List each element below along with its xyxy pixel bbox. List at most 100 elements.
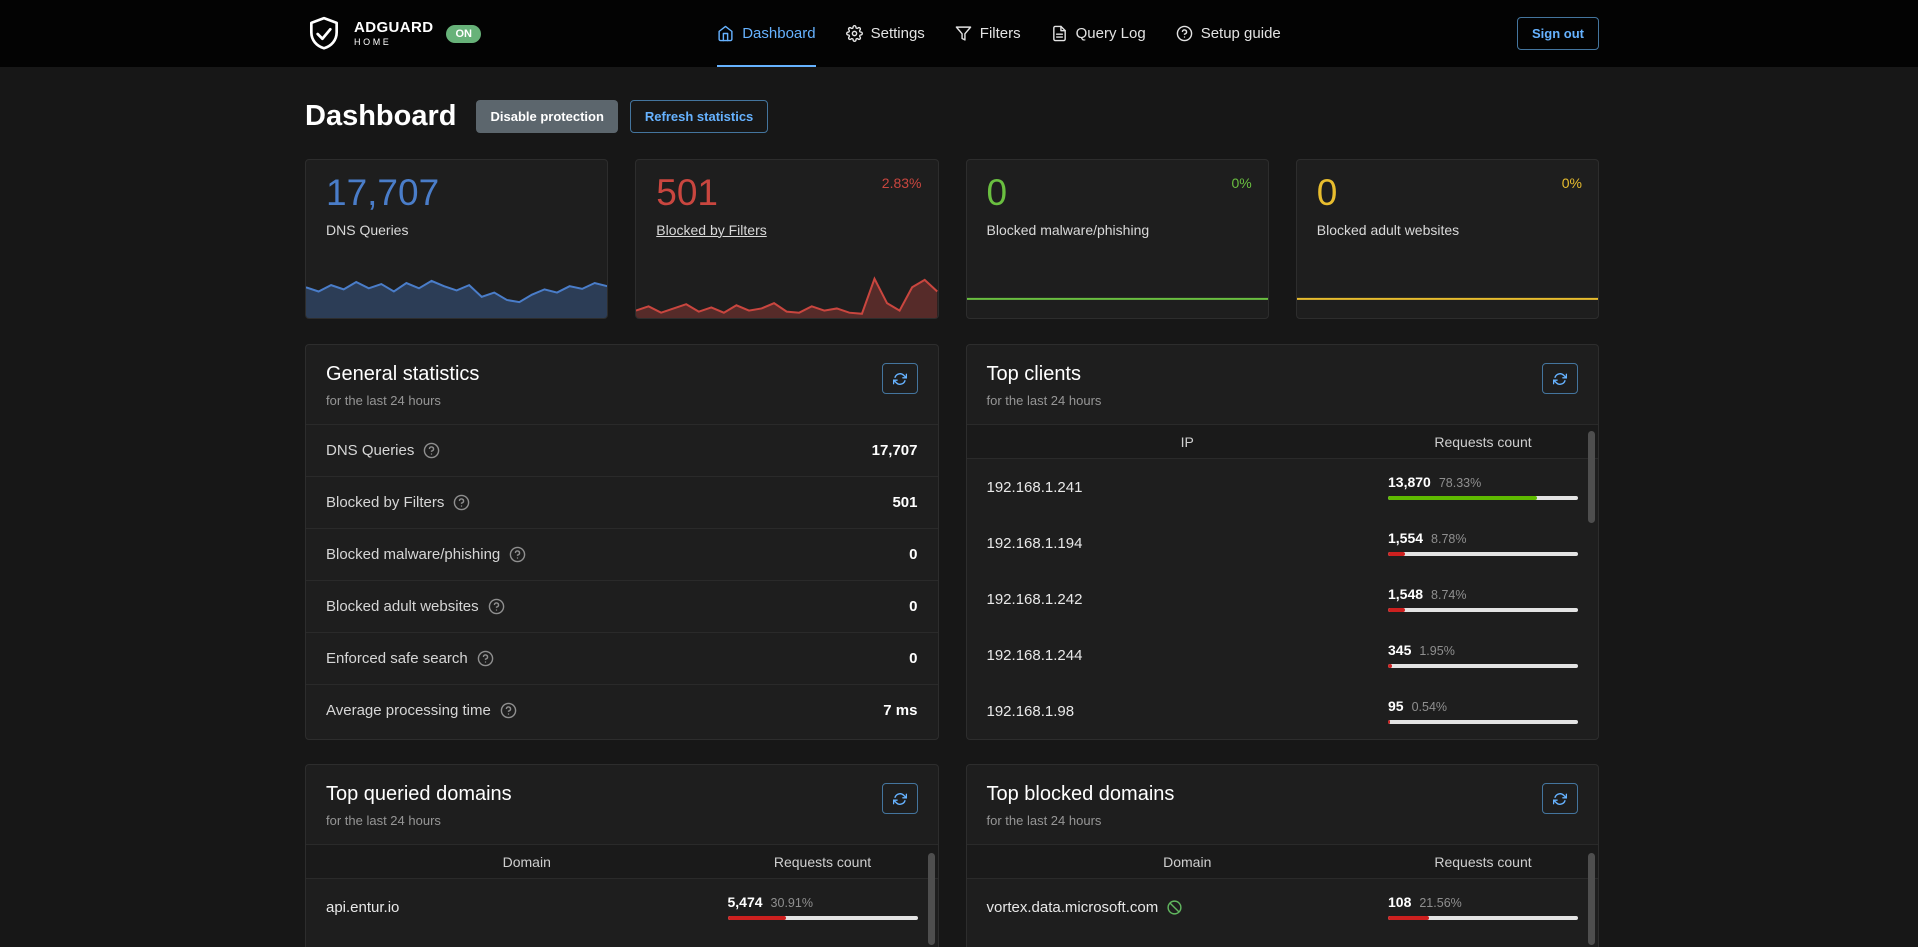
top-queried-domains-panel: Top queried domains for the last 24 hour… [305, 764, 939, 947]
client-row: 192.168.1.241 13,87078.33% [967, 459, 1599, 515]
scrollbar-thumb[interactable] [1588, 853, 1595, 945]
progress-bar [1388, 720, 1578, 724]
card-value: 0 [1297, 160, 1598, 214]
general-statistics-panel: General statistics for the last 24 hours… [305, 344, 939, 740]
help-icon[interactable] [488, 598, 505, 615]
nav-item-label: Dashboard [742, 25, 815, 42]
progress-bar [1388, 608, 1578, 612]
panel-subtitle: for the last 24 hours [326, 393, 479, 408]
progress-bar [1388, 552, 1578, 556]
main-navigation: Dashboard Settings Filters Query Log Set… [717, 0, 1281, 67]
dashboard-page: Dashboard Disable protection Refresh sta… [305, 67, 1599, 947]
request-percent: 8.74% [1431, 588, 1466, 602]
table-header: Domain Requests count [306, 844, 938, 879]
stat-cards-row: 17,707 DNS Queries 2.83% 501 Blocked by … [305, 159, 1599, 319]
progress-bar [1388, 664, 1578, 668]
panel-header: Top clients for the last 24 hours [967, 345, 1599, 424]
document-icon [1051, 25, 1068, 42]
nav-item-label: Filters [980, 25, 1021, 42]
column-header-requests: Requests count [728, 854, 918, 870]
blocked-by-filters-link[interactable]: Blocked by Filters [656, 222, 766, 238]
scrollbar-thumb[interactable] [928, 853, 935, 945]
stat-row: Enforced safe search 0 [306, 632, 938, 684]
request-count: 345 [1388, 642, 1411, 658]
nav-item-dashboard[interactable]: Dashboard [717, 0, 815, 67]
nav-item-label: Settings [871, 25, 925, 42]
panels-row-1: General statistics for the last 24 hours… [305, 344, 1599, 740]
blocked-adult-card: 0% 0 Blocked adult websites [1296, 159, 1599, 319]
dashboard-icon [717, 25, 734, 42]
card-value: 17,707 [306, 160, 607, 214]
table-header: IP Requests count [967, 424, 1599, 459]
card-percent: 0% [1562, 175, 1582, 191]
panel-subtitle: for the last 24 hours [987, 813, 1175, 828]
adguard-home-logo[interactable]: ADGUARD HOME ON [305, 15, 481, 53]
help-icon[interactable] [509, 546, 526, 563]
progress-bar [728, 916, 918, 920]
page-header: Dashboard Disable protection Refresh sta… [305, 67, 1599, 133]
blocked-tracker-icon[interactable] [1166, 899, 1183, 916]
panel-header: Top blocked domains for the last 24 hour… [967, 765, 1599, 844]
refresh-statistics-button[interactable]: Refresh statistics [630, 100, 768, 133]
shield-check-icon [305, 15, 343, 53]
request-count: 1,548 [1388, 586, 1423, 602]
general-statistics-refresh-button[interactable] [882, 363, 918, 394]
client-ip: 192.168.1.241 [987, 479, 1389, 496]
request-count: 95 [1388, 698, 1404, 714]
progress-bar [1388, 496, 1578, 500]
table-header: Domain Requests count [967, 844, 1599, 879]
disable-protection-button[interactable]: Disable protection [476, 100, 617, 133]
stat-row: Blocked by Filters 501 [306, 476, 938, 528]
top-queried-domains-refresh-button[interactable] [882, 783, 918, 814]
help-icon[interactable] [500, 702, 517, 719]
client-ip: 192.168.1.242 [987, 591, 1389, 608]
dns-queries-sparkline [306, 265, 607, 318]
top-blocked-domains-panel: Top blocked domains for the last 24 hour… [966, 764, 1600, 947]
help-circle-icon [1176, 25, 1193, 42]
client-row: 192.168.1.194 1,5548.78% [967, 515, 1599, 571]
navbar: ADGUARD HOME ON Dashboard Settings Filte… [0, 0, 1918, 67]
request-count: 108 [1388, 894, 1411, 910]
top-clients-refresh-button[interactable] [1542, 363, 1578, 394]
column-header-requests: Requests count [1388, 434, 1578, 450]
request-count: 1,554 [1388, 530, 1423, 546]
nav-item-query-log[interactable]: Query Log [1051, 0, 1146, 67]
refresh-icon [1553, 792, 1567, 806]
blocked-by-filters-sparkline [636, 265, 937, 318]
card-percent: 2.83% [882, 175, 922, 191]
blocked-malware-card: 0% 0 Blocked malware/phishing [966, 159, 1269, 319]
nav-item-settings[interactable]: Settings [846, 0, 925, 67]
client-ip: 192.168.1.194 [987, 535, 1389, 552]
card-value: 0 [967, 160, 1268, 214]
domain-name: api.entur.io [326, 899, 728, 916]
top-clients-panel: Top clients for the last 24 hours IP Req… [966, 344, 1600, 740]
nav-item-setup-guide[interactable]: Setup guide [1176, 0, 1281, 67]
help-icon[interactable] [477, 650, 494, 667]
blocked-adult-sparkline [1297, 265, 1598, 318]
card-label: DNS Queries [306, 214, 607, 238]
request-percent: 78.33% [1439, 476, 1481, 490]
refresh-icon [893, 372, 907, 386]
top-blocked-domains-refresh-button[interactable] [1542, 783, 1578, 814]
card-label: Blocked malware/phishing [967, 214, 1268, 238]
panel-header: General statistics for the last 24 hours [306, 345, 938, 424]
dns-queries-card: 17,707 DNS Queries [305, 159, 608, 319]
nav-item-label: Setup guide [1201, 25, 1281, 42]
client-row: 192.168.1.98 950.54% [967, 683, 1599, 739]
panel-title: Top queried domains [326, 783, 512, 806]
help-icon[interactable] [453, 494, 470, 511]
stat-row: Average processing time 7 ms [306, 684, 938, 736]
request-percent: 0.54% [1412, 700, 1447, 714]
gear-icon [846, 25, 863, 42]
blocked-by-filters-card: 2.83% 501 Blocked by Filters [635, 159, 938, 319]
progress-bar [1388, 916, 1578, 920]
help-icon[interactable] [423, 442, 440, 459]
nav-item-filters[interactable]: Filters [955, 0, 1021, 67]
request-percent: 1.95% [1419, 644, 1454, 658]
blocked-malware-sparkline [967, 265, 1268, 318]
scrollbar-thumb[interactable] [1588, 431, 1595, 523]
stat-row: Blocked malware/phishing 0 [306, 528, 938, 580]
panel-subtitle: for the last 24 hours [987, 393, 1102, 408]
client-row: 192.168.1.244 3451.95% [967, 627, 1599, 683]
sign-out-button[interactable]: Sign out [1517, 17, 1599, 50]
